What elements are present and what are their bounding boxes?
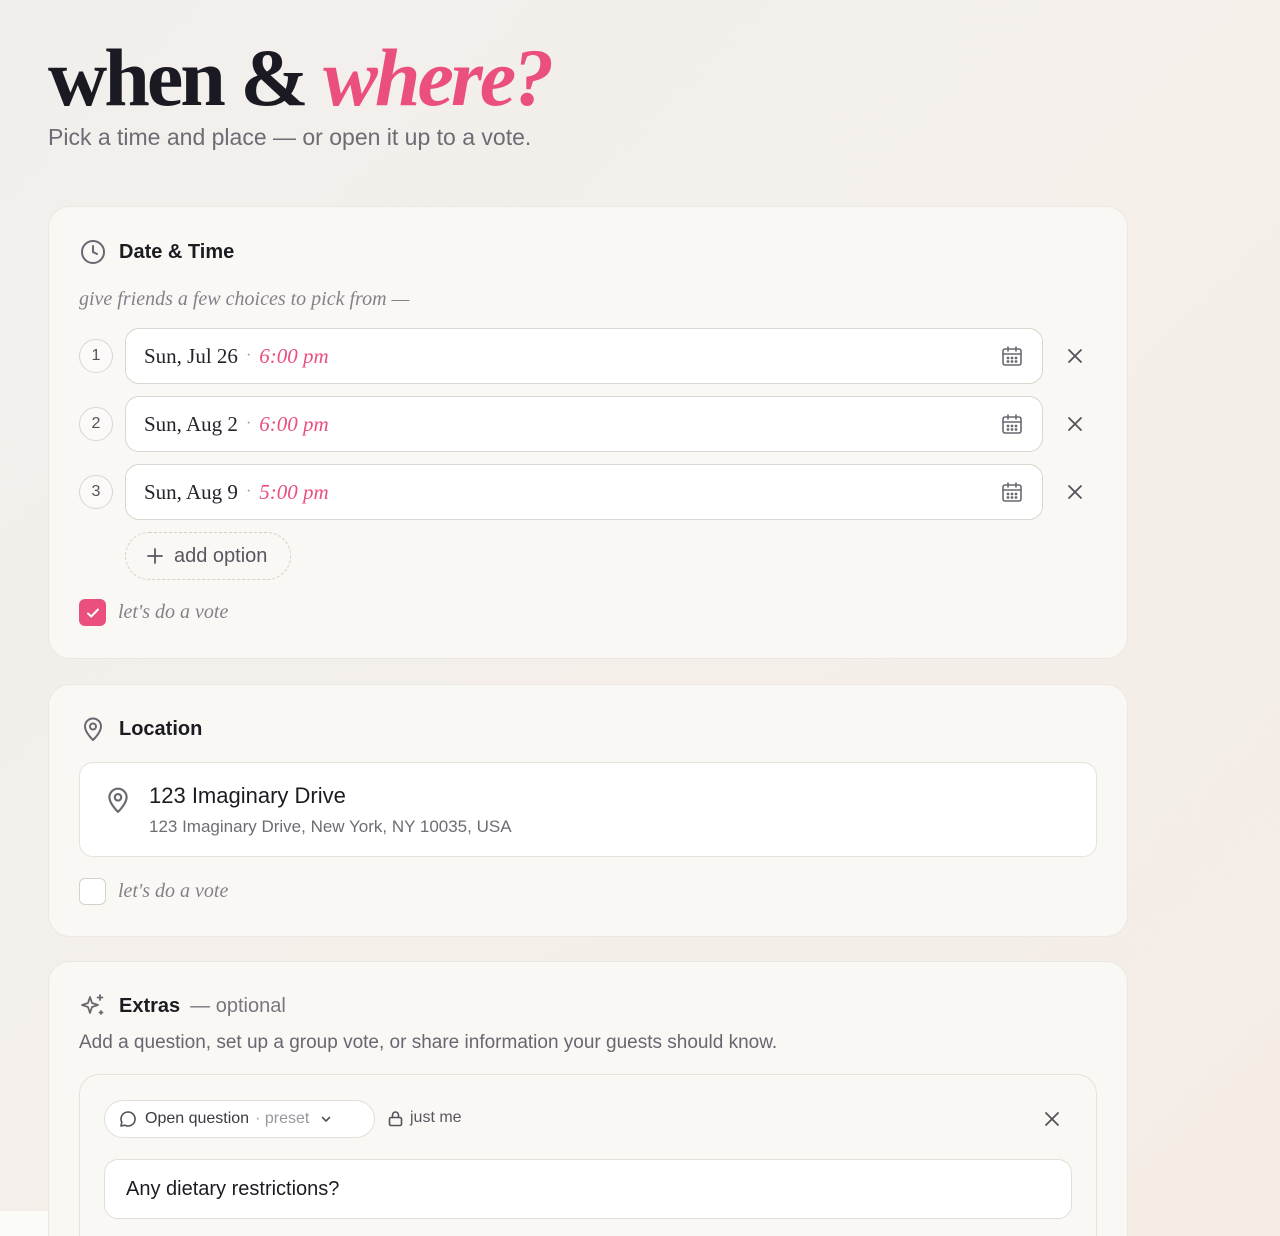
option-separator: · <box>245 415 252 432</box>
remove-question-icon[interactable] <box>1040 1107 1064 1131</box>
question-preset-label: · preset <box>255 1110 310 1127</box>
option-time: 5:00 pm <box>259 479 329 504</box>
chevron-down-icon <box>322 1116 331 1122</box>
add-option-label: add option <box>174 544 268 567</box>
option-time: 6:00 pm <box>259 343 329 368</box>
plus-icon <box>147 548 163 564</box>
location-selection[interactable]: 123 Imaginary Drive 123 Imaginary Drive,… <box>79 762 1097 857</box>
option-date: Sun, Aug 9 <box>144 479 238 504</box>
question-input[interactable] <box>104 1159 1072 1219</box>
option-separator: · <box>245 347 252 364</box>
date-option-row: 2 Sun, Aug 2 · 6:00 pm <box>79 396 1089 452</box>
location-vote-checkbox[interactable] <box>79 878 106 905</box>
location-name: 123 Imaginary Drive <box>149 783 346 808</box>
question-type-label: Open question <box>145 1110 250 1127</box>
corner-patch <box>0 1211 48 1236</box>
date-vote-label: let's do a vote <box>118 601 229 623</box>
date-option-field[interactable]: Sun, Jul 26 · 6:00 pm <box>125 328 1043 384</box>
option-date: Sun, Aug 2 <box>144 411 238 436</box>
map-pin-icon <box>108 787 128 813</box>
location-card: Location 123 Imaginary Drive 123 Imagina… <box>48 684 1128 937</box>
page-subtitle: Pick a time and place — or open it up to… <box>48 124 532 150</box>
visibility-toggle[interactable]: just me <box>388 1109 462 1127</box>
remove-option-icon[interactable] <box>1063 412 1087 436</box>
option-number: 2 <box>79 407 113 441</box>
location-vote-toggle[interactable]: let's do a vote <box>79 878 228 905</box>
check-icon <box>86 608 99 617</box>
visibility-label: just me <box>410 1109 462 1126</box>
add-option-button[interactable]: add option <box>125 532 291 580</box>
date-option-row: 1 Sun, Jul 26 · 6:00 pm <box>79 328 1089 384</box>
extras-description: Add a question, set up a group vote, or … <box>79 1032 778 1053</box>
page-title: when & where? <box>48 28 554 128</box>
location-vote-label: let's do a vote <box>118 880 229 902</box>
date-option-row: 3 Sun, Aug 9 · 5:00 pm <box>79 464 1089 520</box>
option-number: 3 <box>79 475 113 509</box>
sparkles-icon <box>79 992 107 1020</box>
date-option-field[interactable]: Sun, Aug 2 · 6:00 pm <box>125 396 1043 452</box>
remove-option-icon[interactable] <box>1063 480 1087 504</box>
remove-option-icon[interactable] <box>1063 344 1087 368</box>
extras-title: Extras <box>119 994 181 1017</box>
date-time-hint: give friends a few choices to pick from … <box>79 288 410 310</box>
chat-bubble-icon <box>120 1111 136 1127</box>
option-separator: · <box>245 483 252 500</box>
page-title-plain: when & <box>48 32 309 123</box>
location-address: 123 Imaginary Drive, New York, NY 10035,… <box>149 817 512 836</box>
date-time-header: Date & Time <box>79 238 234 266</box>
calendar-icon[interactable] <box>1000 480 1024 504</box>
date-time-card: Date & Time give friends a few choices t… <box>48 206 1128 659</box>
calendar-icon[interactable] <box>1000 344 1024 368</box>
date-vote-toggle[interactable]: let's do a vote <box>79 599 228 626</box>
extras-card: Extras — optional Add a question, set up… <box>48 961 1128 1236</box>
extras-optional: — optional <box>190 994 286 1017</box>
date-time-title: Date & Time <box>119 240 235 263</box>
question-card: Open question · preset just me <box>79 1074 1097 1236</box>
option-time: 6:00 pm <box>259 411 329 436</box>
date-vote-checkbox[interactable] <box>79 599 106 626</box>
lock-icon <box>388 1110 403 1126</box>
location-header: Location <box>79 715 202 743</box>
calendar-icon[interactable] <box>1000 412 1024 436</box>
page-title-accent: where? <box>323 32 554 123</box>
option-number: 1 <box>79 339 113 373</box>
extras-header: Extras — optional <box>79 992 286 1020</box>
date-option-field[interactable]: Sun, Aug 9 · 5:00 pm <box>125 464 1043 520</box>
clock-icon <box>79 238 107 266</box>
map-pin-icon <box>79 715 107 743</box>
location-title: Location <box>119 717 203 740</box>
question-type-dropdown[interactable]: Open question · preset <box>104 1100 375 1138</box>
option-date: Sun, Jul 26 <box>144 343 238 368</box>
